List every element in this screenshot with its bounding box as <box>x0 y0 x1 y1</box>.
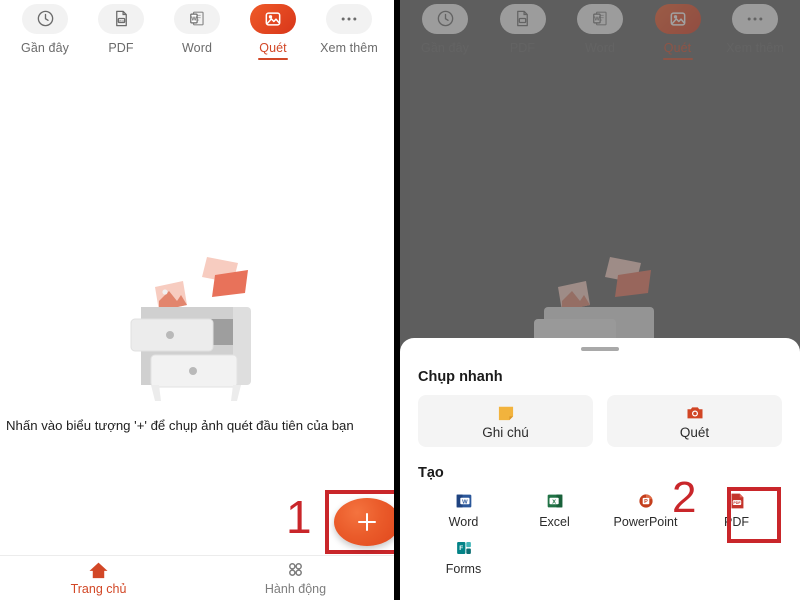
annotation-number-1: 1 <box>286 491 312 543</box>
quick-action-quet[interactable]: Quét <box>607 395 782 447</box>
quick-action-ghi-chu[interactable]: Ghi chú <box>418 395 593 447</box>
tab-word[interactable]: W Word <box>164 4 230 60</box>
home-icon <box>88 561 109 579</box>
tab-label: Gần đây <box>21 40 69 55</box>
tab-label: Word <box>181 40 213 55</box>
tab-label: Xem thêm <box>320 40 378 55</box>
quick-capture-row: Ghi chú Quét <box>418 395 782 447</box>
camera-icon <box>685 403 705 423</box>
tab-label: Quét <box>259 40 287 55</box>
tab-label: Gần đây <box>421 40 469 55</box>
tab-pdf[interactable]: PDF PDF <box>88 4 154 60</box>
svg-text:P: P <box>644 499 648 505</box>
tab-label: Quét <box>663 40 692 55</box>
annotation-number-2: 2 <box>672 473 697 522</box>
tab-quet[interactable]: Quét <box>240 4 306 60</box>
sheet-drag-handle[interactable] <box>581 347 619 351</box>
clock-icon <box>422 4 468 34</box>
create-item-excel[interactable]: X Excel <box>509 490 600 529</box>
word-icon: W <box>453 490 475 512</box>
tab-label: Word <box>584 40 616 55</box>
pdf-file-icon: PDF <box>98 4 144 34</box>
svg-text:X: X <box>552 499 556 505</box>
clock-icon <box>22 4 68 34</box>
forms-icon: F <box>453 537 475 559</box>
create-title: Tạo <box>418 465 444 481</box>
svg-text:W: W <box>191 17 197 23</box>
add-scan-fab[interactable] <box>334 498 394 546</box>
create-item-label: Word <box>448 515 479 529</box>
tab-pdf-dimmed: PDF <box>490 4 556 60</box>
svg-text:F: F <box>459 545 463 552</box>
quick-action-label: Ghi chú <box>482 424 529 440</box>
right-phone-screen: Gần đây PDF W Word Quét Xem thêm Chụp nh… <box>400 0 800 600</box>
create-item-label: Excel <box>539 515 570 529</box>
ellipsis-icon <box>732 4 778 34</box>
bottom-nav-item-home[interactable]: Trang chủ <box>0 556 197 600</box>
tab-label: PDF <box>509 40 536 55</box>
svg-text:W: W <box>594 17 600 23</box>
pdf-highlight-box <box>727 487 781 543</box>
quick-capture-title: Chụp nhanh <box>418 369 503 385</box>
excel-icon: X <box>544 490 566 512</box>
create-item-word[interactable]: W Word <box>418 490 509 529</box>
tab-underline <box>662 57 693 60</box>
create-item-label: Forms <box>445 562 482 576</box>
bottom-nav-bar: Trang chủ Hành động <box>0 555 394 600</box>
svg-text:W: W <box>462 499 468 505</box>
powerpoint-icon: P <box>635 490 657 512</box>
tab-quet-dimmed: Quét <box>645 4 711 60</box>
ellipsis-icon <box>326 4 372 34</box>
dimmed-top-tab-bar: Gần đây PDF W Word Quét Xem thêm <box>400 0 800 60</box>
image-scan-icon <box>250 4 296 34</box>
word-doc-icon: W <box>577 4 623 34</box>
tab-label: PDF <box>108 40 134 55</box>
svg-text:PDF: PDF <box>118 19 124 23</box>
sticky-note-icon <box>496 403 516 423</box>
tab-gan-day-dimmed: Gần đây <box>412 4 478 60</box>
tab-gan-day[interactable]: Gần đây <box>12 4 78 60</box>
grid-dots-icon <box>286 560 305 579</box>
pdf-file-icon <box>499 4 546 34</box>
tab-word-dimmed: W Word <box>567 4 633 60</box>
image-scan-icon <box>654 4 701 34</box>
bottom-nav-item-actions[interactable]: Hành động <box>197 556 394 600</box>
tab-underline <box>258 57 288 60</box>
bottom-nav-label: Hành động <box>264 582 327 596</box>
plus-icon <box>357 512 377 532</box>
top-tab-bar: Gần đây PDF PDF W Word Quét Xem thêm <box>0 0 394 60</box>
create-item-label: PowerPoint <box>613 515 678 529</box>
tab-label: Xem thêm <box>726 40 784 55</box>
tab-xem-them[interactable]: Xem thêm <box>316 4 382 60</box>
create-item-forms[interactable]: F Forms <box>418 537 509 576</box>
create-bottom-sheet: Chụp nhanh Ghi chú Quét Tạo W Word X Exc… <box>400 338 800 600</box>
bottom-nav-label: Trang chủ <box>70 581 127 596</box>
screenshot-stage: Gần đây PDF PDF W Word Quét Xem thêm Nhấ… <box>0 0 800 600</box>
empty-state-caption: Nhấn vào biểu tượng '+' để chụp ảnh quét… <box>6 418 354 433</box>
word-doc-icon: W <box>174 4 220 34</box>
empty-state-cabinet-illustration <box>0 245 394 405</box>
tab-xem-them-dimmed: Xem thêm <box>722 4 788 60</box>
left-phone-screen: Gần đây PDF PDF W Word Quét Xem thêm Nhấ… <box>0 0 394 600</box>
quick-action-label: Quét <box>679 424 710 440</box>
